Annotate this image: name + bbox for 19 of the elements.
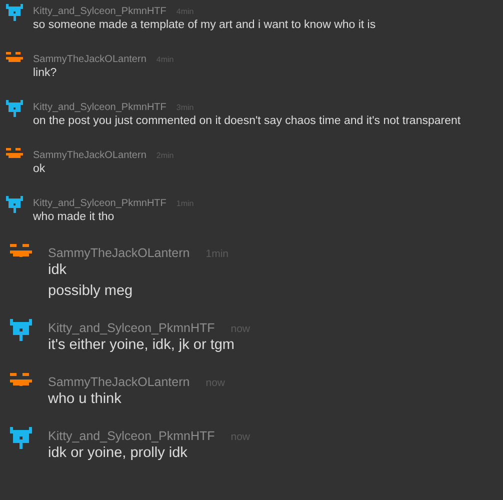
message-text: it's either yoine, idk, jk or tgm: [48, 336, 236, 355]
message-text: possibly meg: [48, 282, 134, 301]
username[interactable]: Kitty_and_Sylceon_PkmnHTF: [33, 6, 166, 17]
username[interactable]: SammyTheJackOLantern: [48, 246, 190, 260]
message-text: ok: [33, 162, 46, 177]
message-text: who u think: [48, 390, 122, 409]
message-text: so someone made a template of my art and i want to know who it is: [33, 18, 376, 33]
message-text: who made it tho: [33, 210, 116, 225]
message-text: link?: [33, 66, 58, 81]
username[interactable]: Kitty_and_Sylceon_PkmnHTF: [48, 321, 215, 335]
username[interactable]: Kitty_and_Sylceon_PkmnHTF: [33, 102, 166, 113]
username[interactable]: SammyTheJackOLantern: [48, 375, 190, 389]
username[interactable]: Kitty_and_Sylceon_PkmnHTF: [48, 429, 215, 443]
username[interactable]: SammyTheJackOLantern: [33, 54, 146, 65]
message-text: on the post you just commented on it doesn't say chaos time and it's not transparent: [33, 114, 461, 129]
username[interactable]: SammyTheJackOLantern: [33, 150, 146, 161]
message-text: idk or yoine, prolly idk: [48, 444, 188, 463]
message-text: idk: [48, 261, 68, 280]
username[interactable]: Kitty_and_Sylceon_PkmnHTF: [33, 198, 166, 209]
